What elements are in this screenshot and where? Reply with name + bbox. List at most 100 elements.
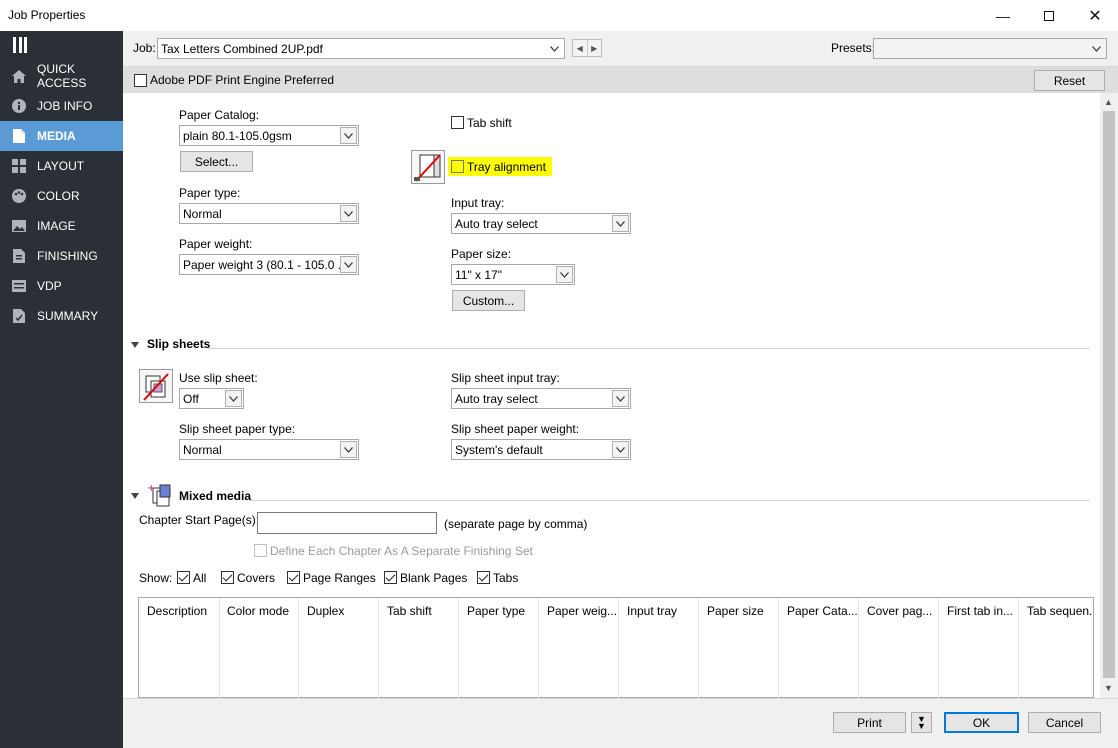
column-header-tab-sequence[interactable]: Tab sequen...	[1019, 598, 1093, 699]
sidebar-item-image[interactable]: IMAGE	[0, 211, 123, 241]
input-tray-value: Auto tray select	[455, 217, 538, 231]
ok-button-label: OK	[972, 715, 991, 730]
slip-sheet-icon	[139, 369, 173, 403]
filter-blank-pages-checkbox[interactable]	[384, 571, 397, 584]
slip-paper-type-select[interactable]: Normal	[179, 439, 359, 460]
custom-size-button[interactable]: Custom...	[452, 290, 525, 311]
column-header-input-tray[interactable]: Input tray	[619, 598, 699, 699]
job-nav: ◀ ▶	[572, 39, 602, 57]
filter-tabs-checkbox[interactable]	[477, 571, 490, 584]
mixed-media-divider	[250, 500, 1090, 501]
column-header-paper-type[interactable]: Paper type	[459, 598, 539, 699]
slip-input-tray-select[interactable]: Auto tray select	[451, 388, 631, 409]
slip-sheets-divider	[208, 348, 1090, 349]
sidebar-item-quick-access[interactable]: QUICK ACCESS	[0, 61, 123, 91]
chevron-down-icon	[612, 390, 629, 407]
minimize-button[interactable]: —	[980, 0, 1026, 31]
mixed-media-table: Description Color mode Duplex Tab shift …	[138, 597, 1094, 699]
cancel-button[interactable]: Cancel	[1028, 712, 1101, 733]
sidebar-item-finishing[interactable]: FINISHING	[0, 241, 123, 271]
sidebar-item-layout[interactable]: LAYOUT	[0, 151, 123, 181]
paper-catalog-value: plain 80.1-105.0gsm	[183, 129, 292, 143]
use-slip-sheet-select[interactable]: Off	[179, 388, 244, 409]
home-icon	[12, 69, 26, 83]
job-select-value: Tax Letters Combined 2UP.pdf	[161, 42, 323, 56]
pdf-engine-bar: Adobe PDF Print Engine Preferred Reset	[123, 67, 1118, 93]
slip-paper-type-value: Normal	[183, 443, 222, 457]
next-job-button[interactable]: ▶	[588, 40, 602, 56]
scroll-up-icon[interactable]: ▲	[1104, 97, 1113, 107]
tray-alignment-icon	[411, 150, 445, 184]
paper-weight-select[interactable]: Paper weight 3 (80.1 - 105.0 ...	[179, 254, 359, 275]
tray-alignment-checkbox[interactable]	[451, 160, 464, 173]
chevron-right-icon: ▶	[591, 43, 598, 53]
collapse-slip-sheets-icon[interactable]	[131, 342, 139, 348]
filter-page-ranges-checkbox[interactable]	[287, 571, 300, 584]
slip-paper-weight-select[interactable]: System's default	[451, 439, 631, 460]
cancel-button-label: Cancel	[1045, 715, 1084, 730]
column-header-color-mode[interactable]: Color mode	[219, 598, 299, 699]
sidebar-item-job-info[interactable]: JOB INFO	[0, 91, 123, 121]
pdf-engine-label: Adobe PDF Print Engine Preferred	[150, 73, 335, 87]
chapter-hint: (separate page by comma)	[444, 517, 588, 531]
ok-button[interactable]: OK	[944, 712, 1019, 733]
reset-button-label: Reset	[1053, 73, 1086, 88]
sidebar-item-label: IMAGE	[37, 219, 76, 233]
input-tray-select[interactable]: Auto tray select	[451, 213, 631, 234]
close-button[interactable]: ✕	[1072, 0, 1118, 31]
filter-tabs-label: Tabs	[493, 571, 519, 585]
reset-button[interactable]: Reset	[1034, 70, 1105, 91]
column-header-duplex[interactable]: Duplex	[299, 598, 379, 699]
column-header-paper-catalog[interactable]: Paper Cata...	[779, 598, 859, 699]
print-options-button[interactable]: ▼ ▼	[911, 712, 932, 733]
filter-covers-checkbox[interactable]	[221, 571, 234, 584]
column-header-cover-page[interactable]: Cover pag...	[859, 598, 939, 699]
sidebar-item-color[interactable]: COLOR	[0, 181, 123, 211]
column-header-first-tab[interactable]: First tab in...	[939, 598, 1019, 699]
select-paper-button-label: Select...	[194, 154, 239, 169]
column-header-paper-size[interactable]: Paper size	[699, 598, 779, 699]
define-chapter-checkbox[interactable]	[254, 544, 267, 557]
job-header: Job: Tax Letters Combined 2UP.pdf ◀ ▶ Pr…	[123, 31, 1118, 67]
slip-input-tray-label: Slip sheet input tray:	[451, 371, 560, 385]
paper-size-select[interactable]: 11" x 17"	[451, 264, 575, 285]
scrollbar-thumb[interactable]	[1103, 111, 1115, 678]
paper-type-select[interactable]: Normal	[179, 203, 359, 224]
select-paper-button[interactable]: Select...	[180, 151, 253, 172]
sidebar-item-label: VDP	[37, 279, 62, 293]
mixed-media-icon: +	[147, 482, 175, 510]
chevron-down-icon	[1088, 40, 1105, 57]
sidebar-item-media[interactable]: MEDIA	[0, 121, 123, 151]
sidebar-item-summary[interactable]: SUMMARY	[0, 301, 123, 331]
job-select[interactable]: Tax Letters Combined 2UP.pdf	[157, 38, 565, 59]
column-header-paper-weight[interactable]: Paper weig...	[539, 598, 619, 699]
column-header-description[interactable]: Description	[139, 598, 220, 699]
chevron-down-icon	[612, 441, 629, 458]
print-button[interactable]: Print	[833, 712, 906, 733]
tray-alignment-label: Tray alignment	[467, 160, 546, 174]
tab-shift-checkbox[interactable]	[451, 116, 464, 129]
sidebar-item-label: LAYOUT	[37, 159, 85, 173]
chevron-down-icon	[340, 256, 357, 273]
sidebar-item-label: JOB INFO	[37, 99, 93, 113]
define-chapter-label: Define Each Chapter As A Separate Finish…	[270, 544, 533, 558]
previous-job-button[interactable]: ◀	[573, 40, 588, 56]
sidebar-item-label: MEDIA	[37, 129, 76, 143]
presets-select[interactable]	[873, 38, 1107, 59]
paper-type-value: Normal	[183, 207, 222, 221]
filter-all-checkbox[interactable]	[177, 571, 190, 584]
maximize-button[interactable]	[1026, 0, 1072, 31]
scroll-down-icon[interactable]: ▼	[1104, 683, 1113, 693]
image-icon	[12, 219, 26, 233]
chevron-down-icon	[546, 40, 563, 57]
pdf-engine-checkbox[interactable]	[134, 74, 147, 87]
slip-sheets-title: Slip sheets	[147, 337, 211, 351]
sidebar-item-vdp[interactable]: VDP	[0, 271, 123, 301]
vertical-scrollbar[interactable]: ▲ ▼	[1100, 93, 1118, 698]
collapse-mixed-media-icon[interactable]	[131, 493, 139, 499]
column-header-tab-shift[interactable]: Tab shift	[379, 598, 459, 699]
slip-paper-type-label: Slip sheet paper type:	[179, 422, 296, 436]
chapter-start-input[interactable]	[257, 512, 437, 534]
paper-catalog-select[interactable]: plain 80.1-105.0gsm	[179, 125, 359, 146]
menu-icon[interactable]	[13, 37, 27, 53]
